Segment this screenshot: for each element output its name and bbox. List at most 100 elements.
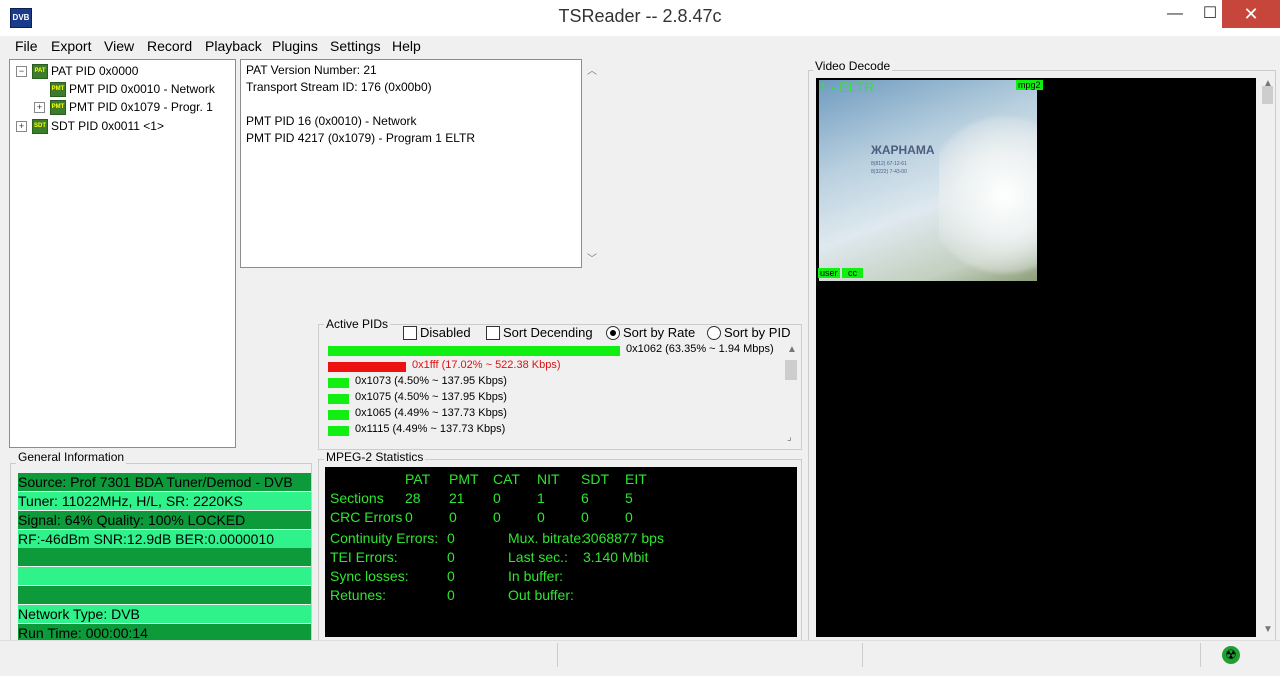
mux-label: Mux. bitrate: [508,530,586,546]
pid-rate-label: 0x1075 (4.50% ~ 137.95 Kbps) [355,391,507,403]
expand-icon[interactable]: + [16,121,27,132]
info-line: Transport Stream ID: 176 (0x00b0) [246,80,432,94]
sections-pmt: 21 [449,490,465,506]
disabled-label: Disabled [420,325,471,340]
pid-info-pane[interactable]: PAT Version Number: 21 Transport Stream … [240,59,582,268]
gi-tuner: Tuner: 11022MHz, H/L, SR: 2220KS [18,492,311,510]
last-sec-value: 3.140 Mbit [583,549,649,565]
tree-item-label: PAT PID 0x0000 [51,64,139,78]
menu-plugins[interactable]: Plugins [272,38,318,54]
pat-icon: PAT [32,64,48,79]
tree-item-label: PMT PID 0x1079 - Progr. 1 [69,100,213,114]
col-pmt: PMT [449,471,479,487]
tei-value: 0 [447,549,455,565]
crc-nit: 0 [537,509,545,525]
pid-rate-bar [328,410,349,420]
title-bar: DVB TSReader -- 2.8.47c — ☐ ✕ [0,0,1280,36]
col-cat: CAT [493,471,520,487]
col-sdt: SDT [581,471,609,487]
mpeg-stats-panel: PAT PMT CAT NIT SDT EIT Sections 28 21 0… [325,467,797,637]
col-eit: EIT [625,471,647,487]
crc-sdt: 0 [581,509,589,525]
frame-heading: ЖАРНАМА [871,143,935,157]
menu-settings[interactable]: Settings [330,38,381,54]
expand-icon[interactable]: + [34,102,45,113]
menu-record[interactable]: Record [147,38,192,54]
sdt-icon: SDT [32,119,48,134]
pid-rate-label: 0x1115 (4.49% ~ 137.73 Kbps) [355,423,506,435]
codec-badge: mpg2 [1016,80,1043,90]
pid-tree[interactable]: − PAT PAT PID 0x0000 PMT PMT PID 0x0010 … [9,59,236,448]
gi-signal: Signal: 64% Quality: 100% LOCKED [18,511,311,529]
active-pids-title: Active PIDs [324,317,391,331]
menu-bar: File Export View Record Playback Plugins… [0,36,1280,58]
pid-rate-label: 0x1065 (4.49% ~ 137.73 Kbps) [355,407,507,419]
crc-eit: 0 [625,509,633,525]
sort-by-pid-label: Sort by PID [724,325,791,340]
pid-list-scrollbar[interactable]: ▲ ⌟ [784,344,799,443]
tei-label: TEI Errors: [330,549,398,565]
scroll-down-icon[interactable]: ▼ [1263,624,1273,635]
sync-label: Sync losses: [330,568,409,584]
pid-rate-bar [328,346,620,356]
scroll-up-icon[interactable]: ▲ [787,344,797,355]
tree-item-label: PMT PID 0x0010 - Network [69,82,215,96]
channel-label: 1 - ELTR [819,79,874,95]
retunes-value: 0 [447,587,455,603]
sync-value: 0 [447,568,455,584]
minimize-button[interactable]: — [1155,0,1195,28]
status-divider [557,643,558,667]
sections-nit: 1 [537,490,545,506]
menu-export[interactable]: Export [51,38,91,54]
general-info-title: General Information [16,450,127,464]
last-sec-label: Last sec.: [508,549,568,565]
video-scrollbar[interactable]: ▲ ▼ [1261,78,1274,637]
tree-item-label: SDT PID 0x0011 <1> [51,119,164,133]
collapse-icon[interactable]: − [16,66,27,77]
col-nit: NIT [537,471,560,487]
disabled-checkbox[interactable] [403,326,417,340]
pmt-icon: PMT [50,100,66,115]
scroll-down-icon[interactable]: ﹀ [587,250,597,265]
sort-descending-label: Sort Decending [503,325,593,340]
pid-rate-label: 0x1062 (63.35% ~ 1.94 Mbps) [626,343,774,355]
status-divider [1200,643,1201,667]
active-pids-list[interactable]: 0x1062 (63.35% ~ 1.94 Mbps) 0x1fff (17.02… [322,342,784,442]
sort-by-rate-radio[interactable] [606,326,620,340]
info-line: PAT Version Number: 21 [246,63,377,77]
menu-playback[interactable]: Playback [205,38,262,54]
gi-network-type: Network Type: DVB [18,605,311,623]
scroll-up-icon[interactable]: ︿ [587,62,597,77]
gi-empty [18,586,311,604]
info-line: PMT PID 4217 (0x1079) - Program 1 ELTR [246,131,475,145]
sort-by-rate-label: Sort by Rate [623,325,696,340]
retunes-label: Retunes: [330,587,387,603]
menu-help[interactable]: Help [392,38,421,54]
crc-cat: 0 [493,509,501,525]
window-title: TSReader -- 2.8.47c [558,6,722,26]
status-bar: ☢ [0,640,1280,676]
info-line: PMT PID 16 (0x0010) - Network [246,114,417,128]
sort-by-pid-radio[interactable] [707,326,721,340]
user-badge: user [818,268,840,278]
col-pat: PAT [405,471,431,487]
scrollbar-thumb[interactable] [785,360,797,380]
video-title: Video Decode [813,59,893,73]
scrollbar-thumb[interactable] [1262,86,1273,104]
frame-line: 8(812) 67-12-61 [871,161,907,167]
pmt-icon: PMT [50,82,66,97]
gi-empty [18,548,311,566]
radiation-icon: ☢ [1222,646,1240,664]
menu-view[interactable]: View [104,38,134,54]
resize-grip-icon: ⌟ [787,432,792,443]
cc-badge: cc [842,268,863,278]
gi-source: Source: Prof 7301 BDA Tuner/Demod - DVB [18,473,311,491]
radio-selected-dot [610,330,616,336]
frame-line: 8(3222) 7-43-00 [871,169,907,175]
sort-descending-checkbox[interactable] [486,326,500,340]
close-button[interactable]: ✕ [1222,0,1280,28]
pid-rate-bar [328,394,349,404]
in-buffer-label: In buffer: [508,568,564,584]
continuity-value: 0 [447,530,455,546]
menu-file[interactable]: File [15,38,38,54]
